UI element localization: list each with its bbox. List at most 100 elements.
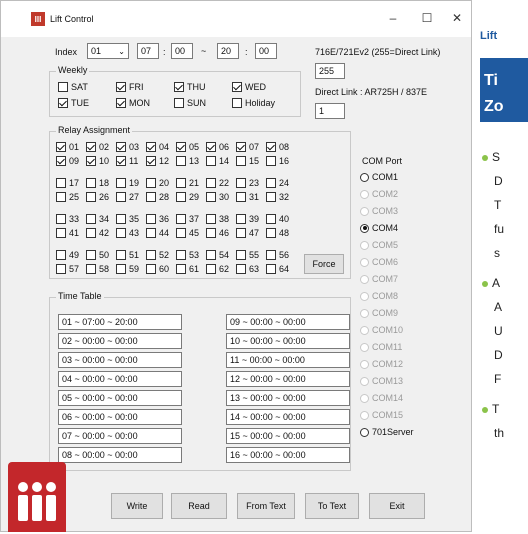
relay-44-checkbox[interactable]: 44 bbox=[146, 228, 169, 238]
to-minute-input[interactable]: 00 bbox=[255, 43, 277, 59]
relay-30-checkbox[interactable]: 30 bbox=[206, 192, 229, 202]
time-table-entry[interactable]: 08 ~ 00:00 ~ 00:00 bbox=[58, 447, 182, 463]
relay-10-checkbox[interactable]: 10 bbox=[86, 156, 109, 166]
weekday-tue-checkbox[interactable]: TUE bbox=[58, 98, 89, 108]
relay-15-checkbox[interactable]: 15 bbox=[236, 156, 259, 166]
relay-26-checkbox[interactable]: 26 bbox=[86, 192, 109, 202]
time-table-entry[interactable]: 04 ~ 00:00 ~ 00:00 bbox=[58, 371, 182, 387]
relay-46-checkbox[interactable]: 46 bbox=[206, 228, 229, 238]
write-button[interactable]: Write bbox=[111, 493, 163, 519]
relay-61-checkbox[interactable]: 61 bbox=[176, 264, 199, 274]
relay-11-checkbox[interactable]: 11 bbox=[116, 156, 138, 166]
relay-31-checkbox[interactable]: 31 bbox=[236, 192, 259, 202]
time-table-entry[interactable]: 02 ~ 00:00 ~ 00:00 bbox=[58, 333, 182, 349]
relay-35-checkbox[interactable]: 35 bbox=[116, 214, 139, 224]
com-port-com4-radio[interactable]: COM4 bbox=[360, 223, 398, 233]
relay-40-checkbox[interactable]: 40 bbox=[266, 214, 289, 224]
weekday-fri-checkbox[interactable]: FRI bbox=[116, 82, 144, 92]
relay-07-checkbox[interactable]: 07 bbox=[236, 142, 259, 152]
time-table-entry[interactable]: 16 ~ 00:00 ~ 00:00 bbox=[226, 447, 350, 463]
relay-06-checkbox[interactable]: 06 bbox=[206, 142, 229, 152]
relay-24-checkbox[interactable]: 24 bbox=[266, 178, 289, 188]
relay-32-checkbox[interactable]: 32 bbox=[266, 192, 289, 202]
to-text-button[interactable]: To Text bbox=[305, 493, 359, 519]
time-table-entry[interactable]: 06 ~ 00:00 ~ 00:00 bbox=[58, 409, 182, 425]
relay-49-checkbox[interactable]: 49 bbox=[56, 250, 79, 260]
relay-60-checkbox[interactable]: 60 bbox=[146, 264, 169, 274]
relay-42-checkbox[interactable]: 42 bbox=[86, 228, 109, 238]
time-table-entry[interactable]: 10 ~ 00:00 ~ 00:00 bbox=[226, 333, 350, 349]
relay-29-checkbox[interactable]: 29 bbox=[176, 192, 199, 202]
time-table-entry[interactable]: 13 ~ 00:00 ~ 00:00 bbox=[226, 390, 350, 406]
relay-63-checkbox[interactable]: 63 bbox=[236, 264, 259, 274]
index-select[interactable]: 01 ⌄ bbox=[87, 43, 129, 59]
com-port-com1-radio[interactable]: COM1 bbox=[360, 172, 398, 182]
relay-51-checkbox[interactable]: 51 bbox=[116, 250, 139, 260]
from-text-button[interactable]: From Text bbox=[237, 493, 295, 519]
time-table-entry[interactable]: 14 ~ 00:00 ~ 00:00 bbox=[226, 409, 350, 425]
relay-43-checkbox[interactable]: 43 bbox=[116, 228, 139, 238]
relay-09-checkbox[interactable]: 09 bbox=[56, 156, 79, 166]
relay-21-checkbox[interactable]: 21 bbox=[176, 178, 199, 188]
weekday-mon-checkbox[interactable]: MON bbox=[116, 98, 150, 108]
model-input[interactable]: 255 bbox=[315, 63, 345, 79]
relay-33-checkbox[interactable]: 33 bbox=[56, 214, 79, 224]
minimize-button[interactable]: – bbox=[385, 11, 401, 25]
relay-16-checkbox[interactable]: 16 bbox=[266, 156, 289, 166]
relay-50-checkbox[interactable]: 50 bbox=[86, 250, 109, 260]
relay-14-checkbox[interactable]: 14 bbox=[206, 156, 229, 166]
force-button[interactable]: Force bbox=[304, 254, 344, 274]
time-table-entry[interactable]: 12 ~ 00:00 ~ 00:00 bbox=[226, 371, 350, 387]
relay-34-checkbox[interactable]: 34 bbox=[86, 214, 109, 224]
exit-button[interactable]: Exit bbox=[369, 493, 425, 519]
relay-62-checkbox[interactable]: 62 bbox=[206, 264, 229, 274]
relay-02-checkbox[interactable]: 02 bbox=[86, 142, 109, 152]
time-table-entry[interactable]: 01 ~ 07:00 ~ 20:00 bbox=[58, 314, 182, 330]
weekday-holiday-checkbox[interactable]: Holiday bbox=[232, 98, 275, 108]
weekday-sun-checkbox[interactable]: SUN bbox=[174, 98, 206, 108]
relay-05-checkbox[interactable]: 05 bbox=[176, 142, 199, 152]
relay-28-checkbox[interactable]: 28 bbox=[146, 192, 169, 202]
relay-48-checkbox[interactable]: 48 bbox=[266, 228, 289, 238]
relay-41-checkbox[interactable]: 41 bbox=[56, 228, 79, 238]
close-button[interactable]: ✕ bbox=[449, 11, 465, 25]
time-table-entry[interactable]: 09 ~ 00:00 ~ 00:00 bbox=[226, 314, 350, 330]
time-table-entry[interactable]: 11 ~ 00:00 ~ 00:00 bbox=[226, 352, 350, 368]
relay-59-checkbox[interactable]: 59 bbox=[116, 264, 139, 274]
weekday-thu-checkbox[interactable]: THU bbox=[174, 82, 206, 92]
time-table-entry[interactable]: 07 ~ 00:00 ~ 00:00 bbox=[58, 428, 182, 444]
relay-17-checkbox[interactable]: 17 bbox=[56, 178, 79, 188]
relay-36-checkbox[interactable]: 36 bbox=[146, 214, 169, 224]
relay-45-checkbox[interactable]: 45 bbox=[176, 228, 199, 238]
relay-56-checkbox[interactable]: 56 bbox=[266, 250, 289, 260]
relay-01-checkbox[interactable]: 01 bbox=[56, 142, 79, 152]
from-minute-input[interactable]: 00 bbox=[171, 43, 193, 59]
relay-57-checkbox[interactable]: 57 bbox=[56, 264, 79, 274]
relay-55-checkbox[interactable]: 55 bbox=[236, 250, 259, 260]
relay-23-checkbox[interactable]: 23 bbox=[236, 178, 259, 188]
relay-04-checkbox[interactable]: 04 bbox=[146, 142, 169, 152]
time-table-entry[interactable]: 03 ~ 00:00 ~ 00:00 bbox=[58, 352, 182, 368]
relay-19-checkbox[interactable]: 19 bbox=[116, 178, 139, 188]
relay-18-checkbox[interactable]: 18 bbox=[86, 178, 109, 188]
relay-39-checkbox[interactable]: 39 bbox=[236, 214, 259, 224]
weekday-wed-checkbox[interactable]: WED bbox=[232, 82, 266, 92]
weekday-sat-checkbox[interactable]: SAT bbox=[58, 82, 88, 92]
relay-58-checkbox[interactable]: 58 bbox=[86, 264, 109, 274]
relay-08-checkbox[interactable]: 08 bbox=[266, 142, 289, 152]
relay-13-checkbox[interactable]: 13 bbox=[176, 156, 199, 166]
to-hour-input[interactable]: 20 bbox=[217, 43, 239, 59]
relay-12-checkbox[interactable]: 12 bbox=[146, 156, 169, 166]
relay-47-checkbox[interactable]: 47 bbox=[236, 228, 259, 238]
relay-38-checkbox[interactable]: 38 bbox=[206, 214, 229, 224]
relay-03-checkbox[interactable]: 03 bbox=[116, 142, 139, 152]
relay-54-checkbox[interactable]: 54 bbox=[206, 250, 229, 260]
read-button[interactable]: Read bbox=[171, 493, 227, 519]
time-table-entry[interactable]: 05 ~ 00:00 ~ 00:00 bbox=[58, 390, 182, 406]
relay-20-checkbox[interactable]: 20 bbox=[146, 178, 169, 188]
relay-27-checkbox[interactable]: 27 bbox=[116, 192, 139, 202]
relay-25-checkbox[interactable]: 25 bbox=[56, 192, 79, 202]
relay-37-checkbox[interactable]: 37 bbox=[176, 214, 199, 224]
com-port-701server-radio[interactable]: 701Server bbox=[360, 427, 414, 437]
relay-22-checkbox[interactable]: 22 bbox=[206, 178, 229, 188]
